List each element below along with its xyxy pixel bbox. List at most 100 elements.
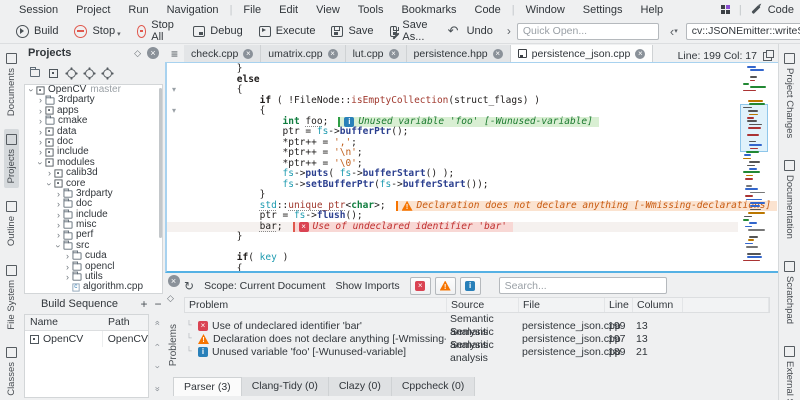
editor-tab-persistence.hpp[interactable]: persistence.hpp ×: [406, 45, 511, 62]
tree-item[interactable]: › misc: [25, 219, 162, 230]
menu-run[interactable]: Run: [119, 4, 157, 16]
chevron-right-icon[interactable]: ›: [54, 230, 63, 240]
code-text[interactable]: } else { if ( !FileNode::isEmptyCollecti…: [167, 63, 778, 271]
detach-panel-icon[interactable]: ◇: [134, 48, 141, 59]
fold-marker-icon[interactable]: ▾: [172, 106, 176, 115]
filter-warnings-button[interactable]: !: [434, 276, 456, 295]
menu-settings[interactable]: Settings: [574, 4, 632, 16]
symbol-combobox[interactable]: [685, 22, 800, 40]
tree-item[interactable]: algorithm.cpp: [25, 282, 162, 292]
configure-button[interactable]: [67, 68, 76, 78]
configure-dependencies-button[interactable]: [85, 68, 94, 78]
editor-tab-persistence_json.cpp[interactable]: persistence_json.cpp ×: [510, 45, 654, 62]
build-button[interactable]: Build: [8, 20, 66, 42]
project-tree[interactable]: › OpenCV master › 3rdparty › apps › cmake › data › d…: [24, 84, 163, 294]
chevron-down-icon[interactable]: ›: [35, 158, 46, 167]
chevron-right-icon[interactable]: ›: [54, 189, 63, 199]
toolview-tab-documentation[interactable]: Documentation: [782, 155, 797, 244]
build-settings-button[interactable]: [103, 68, 112, 78]
toolview-tab-outline[interactable]: Outline: [4, 196, 19, 251]
move-down-button[interactable]: ›: [153, 360, 163, 374]
filter-hints-button[interactable]: i: [459, 276, 481, 295]
quick-open-input[interactable]: [516, 22, 659, 40]
checker-tab-clazy-0-[interactable]: Clazy (0): [328, 377, 392, 396]
code-editor[interactable]: ▾ ▾ } else { if ( !FileNode::isEmptyColle…: [165, 62, 778, 273]
move-up-button[interactable]: ‹: [153, 338, 163, 352]
tree-item[interactable]: › doc: [25, 136, 162, 147]
menu-window[interactable]: Window: [517, 4, 574, 16]
toolview-tab-projects[interactable]: Projects: [3, 129, 19, 189]
refresh-icon[interactable]: ↻: [184, 279, 194, 293]
checker-tab-clang-tidy-0-[interactable]: Clang-Tidy (0): [241, 377, 329, 396]
save-as-button[interactable]: Save As...: [382, 19, 440, 43]
filter-errors-button[interactable]: ×: [409, 276, 431, 295]
chevron-right-icon[interactable]: ›: [45, 168, 54, 178]
tree-item[interactable]: › 3rdparty: [25, 188, 162, 199]
fold-marker-icon[interactable]: ▾: [172, 85, 176, 94]
editor-tab-umatrix.cpp[interactable]: umatrix.cpp ×: [261, 45, 346, 62]
add-to-build-sequence-button[interactable]: +: [137, 297, 151, 311]
move-to-top-button[interactable]: «: [153, 316, 163, 330]
chevron-right-icon[interactable]: ›: [36, 127, 45, 137]
toolview-tab-classes[interactable]: Classes: [4, 342, 19, 400]
tree-scrollbar[interactable]: [159, 88, 162, 238]
chevron-right-icon[interactable]: ›: [54, 210, 63, 220]
tree-item[interactable]: › calib3d: [25, 167, 162, 178]
build-sequence-row[interactable]: OpenCV OpenCV: [25, 331, 148, 347]
show-imports-toggle[interactable]: Show Imports: [335, 280, 399, 292]
menu-help[interactable]: Help: [632, 4, 673, 16]
menu-file[interactable]: File: [234, 4, 270, 16]
column-header-line[interactable]: Line: [605, 298, 633, 312]
build-target-button[interactable]: [49, 68, 58, 78]
toolview-tab-documents[interactable]: Documents: [4, 48, 19, 121]
debug-button[interactable]: Debug: [185, 20, 250, 42]
open-project-button[interactable]: [29, 67, 40, 77]
chevron-down-icon[interactable]: ▾: [117, 30, 121, 38]
chevron-down-icon[interactable]: ›: [26, 86, 37, 95]
menu-project[interactable]: Project: [67, 4, 119, 16]
scope-selector[interactable]: Scope: Current Document: [204, 280, 325, 292]
tree-item[interactable]: › perf: [25, 230, 162, 241]
execute-button[interactable]: Execute: [251, 20, 324, 42]
chevron-right-icon[interactable]: ›: [36, 137, 45, 147]
chevron-down-icon[interactable]: ▾: [674, 27, 678, 35]
chevron-right-icon[interactable]: ›: [36, 147, 45, 157]
toolview-tab-scratchpad[interactable]: Scratchpad: [782, 256, 797, 329]
split-view-icon[interactable]: [763, 49, 774, 61]
menu-session[interactable]: Session: [10, 4, 67, 16]
column-header-name[interactable]: Name: [25, 315, 103, 330]
chevron-right-icon[interactable]: ›: [36, 116, 45, 126]
toolview-tab-external-scripts[interactable]: External Scripts: [782, 341, 797, 400]
close-tab-icon[interactable]: ×: [243, 48, 254, 59]
toolbar-overflow-chevron-icon[interactable]: ›: [501, 24, 517, 38]
checker-tab-parser-3-[interactable]: Parser (3): [173, 377, 242, 396]
column-header-column[interactable]: Column: [633, 298, 683, 312]
chevron-right-icon[interactable]: ›: [36, 106, 45, 116]
menu-bookmarks[interactable]: Bookmarks: [392, 4, 465, 16]
code-folding-gutter[interactable]: ▾ ▾: [167, 64, 191, 271]
problems-search-input[interactable]: [498, 277, 667, 294]
problem-row[interactable]: └ × Use of undeclared identifier 'bar' Sema…: [184, 313, 770, 338]
menu-navigation[interactable]: Navigation: [158, 4, 228, 16]
close-panel-icon[interactable]: ×: [167, 275, 180, 287]
chevron-right-icon[interactable]: ›: [54, 199, 63, 209]
undo-button[interactable]: ↶ Undo: [440, 20, 501, 42]
document-list-icon[interactable]: ≡: [165, 47, 184, 62]
remove-from-build-sequence-button[interactable]: −: [151, 297, 165, 311]
save-button[interactable]: Save: [323, 20, 381, 42]
toolview-tab-project-changes[interactable]: Project Changes: [782, 48, 797, 143]
chevron-down-icon[interactable]: ›: [44, 179, 55, 188]
menu-tools[interactable]: Tools: [349, 4, 393, 16]
close-panel-icon[interactable]: ×: [147, 47, 159, 59]
session-area-label[interactable]: Code: [768, 4, 794, 16]
checker-tab-cppcheck-0-[interactable]: Cppcheck (0): [391, 377, 476, 396]
column-header-file[interactable]: File: [519, 298, 605, 312]
close-tab-icon[interactable]: ×: [327, 48, 338, 59]
column-header-problem[interactable]: Problem: [185, 298, 447, 312]
editor-tab-lut.cpp[interactable]: lut.cpp ×: [345, 45, 407, 62]
area-switcher-icon[interactable]: [720, 5, 730, 14]
close-tab-icon[interactable]: ×: [635, 48, 646, 59]
detach-panel-icon[interactable]: ◇: [167, 293, 174, 304]
menu-code[interactable]: Code: [466, 4, 510, 16]
chevron-right-icon[interactable]: ›: [54, 220, 63, 230]
